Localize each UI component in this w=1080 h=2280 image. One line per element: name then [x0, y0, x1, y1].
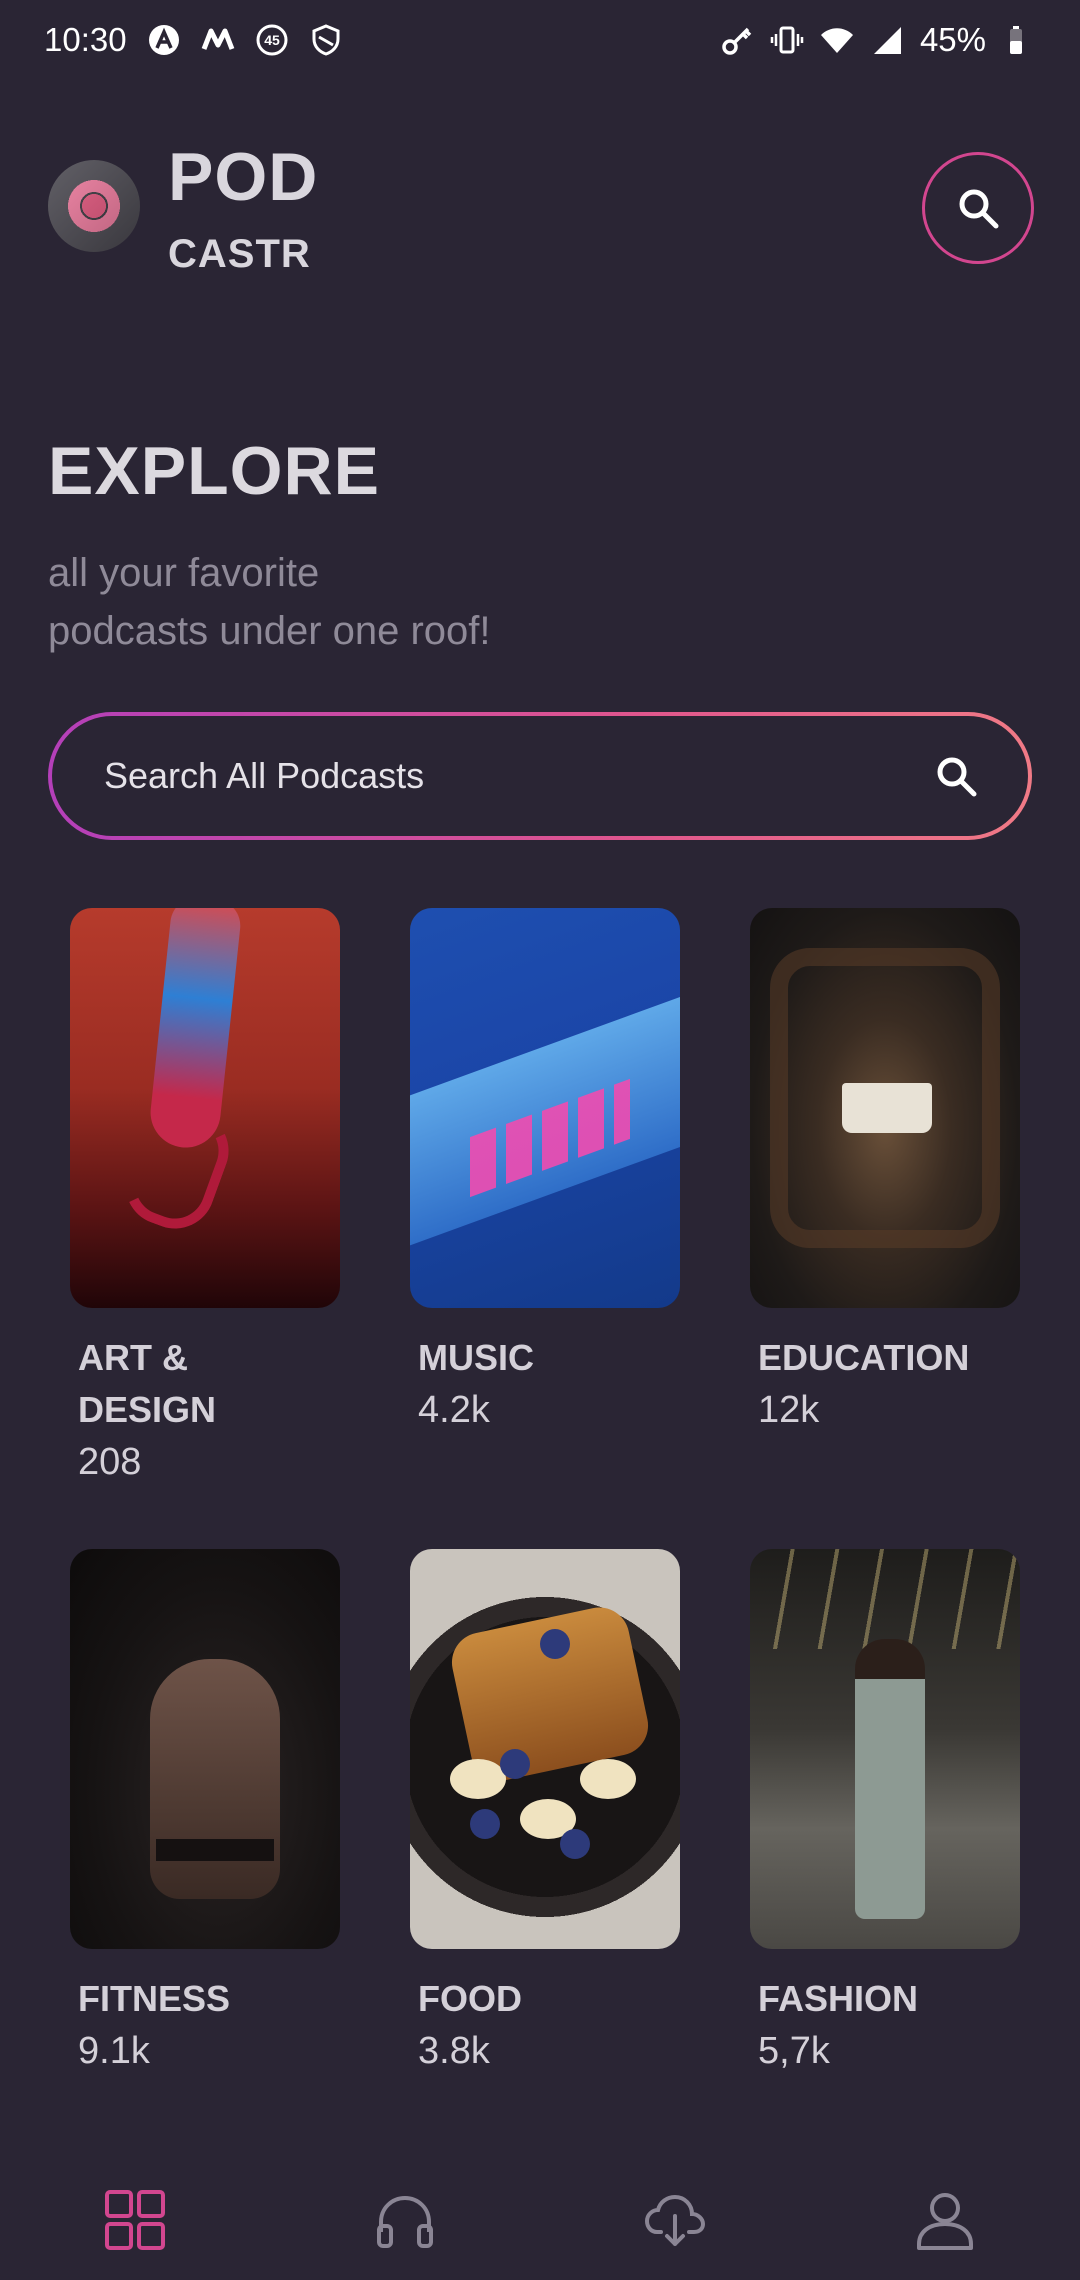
nav-profile[interactable] [810, 2160, 1080, 2280]
category-title-line: ART & [78, 1337, 188, 1378]
category-title: EDUCATION [758, 1337, 970, 1378]
category-title: FOOD [418, 1978, 522, 2019]
subtitle-line-2: podcasts under one roof! [48, 609, 491, 653]
category-count: 12k [758, 1389, 820, 1431]
brand-title: POD [168, 139, 319, 215]
category-image[interactable] [410, 1549, 680, 1949]
signal-icon [870, 23, 904, 57]
category-image[interactable] [750, 1549, 1020, 1949]
profile-icon [917, 2193, 973, 2250]
category-card-fitness[interactable]: FITNESS 9.1k [70, 1549, 340, 2077]
search-icon [959, 189, 999, 229]
category-count: 9.1k [78, 2030, 150, 2072]
cloud-download-icon [644, 2194, 706, 2246]
badge-number: 45 [264, 32, 280, 48]
category-title: ART & DESIGN [78, 1332, 340, 1436]
shield-icon [309, 23, 343, 57]
explore-grid-icon [105, 2190, 165, 2250]
nav-explore[interactable] [0, 2160, 270, 2280]
search-input[interactable]: Search All Podcasts [48, 712, 1032, 840]
subtitle-line-1: all your favorite [48, 551, 320, 595]
page-subtitle: all your favorite podcasts under one roo… [48, 544, 748, 660]
wifi-icon [820, 23, 854, 57]
headphones-icon [377, 2195, 433, 2248]
category-title-line: DESIGN [78, 1389, 217, 1430]
category-card-education[interactable]: EDUCATION 12k [750, 908, 1020, 1436]
search-placeholder: Search All Podcasts [104, 755, 425, 796]
category-count: 208 [78, 1441, 142, 1483]
key-icon [720, 23, 754, 57]
page-title: EXPLORE [48, 433, 380, 509]
brand-subtitle: CASTR [168, 232, 311, 276]
search-icon[interactable] [934, 754, 978, 798]
header-search-button[interactable] [922, 152, 1034, 264]
category-count: 4.2k [418, 1389, 490, 1431]
category-image[interactable] [750, 908, 1020, 1308]
app-screen: 10:30 45 45% POD CASTR EXPLORE all your … [0, 0, 1080, 2280]
category-title: FITNESS [78, 1978, 231, 2019]
bottom-nav [0, 2160, 1080, 2280]
battery-icon [1002, 23, 1036, 57]
a-icon [147, 23, 181, 57]
vibrate-icon [770, 23, 804, 57]
category-title: MUSIC [418, 1337, 534, 1378]
category-card-food[interactable]: FOOD 3.8k [410, 1549, 680, 2077]
45-badge-icon: 45 [255, 23, 289, 57]
status-time: 10:30 [44, 21, 127, 58]
logo-vinyl-icon [48, 160, 140, 252]
nav-listen[interactable] [270, 2160, 540, 2280]
m-icon [201, 23, 235, 57]
category-count: 3.8k [418, 2030, 490, 2072]
category-image[interactable] [70, 1549, 340, 1949]
battery-percent: 45% [919, 21, 986, 58]
nav-downloads[interactable] [540, 2160, 810, 2280]
category-card-fashion[interactable]: FASHION 5,7k [750, 1549, 1020, 2077]
category-image[interactable] [70, 908, 340, 1308]
category-image[interactable] [410, 908, 680, 1308]
status-bar: 10:30 45 45% [0, 0, 1080, 80]
category-card-music[interactable]: MUSIC 4.2k [410, 908, 680, 1436]
category-card-art-design[interactable]: ART & DESIGN 208 [70, 908, 340, 1488]
category-title: FASHION [758, 1978, 919, 2019]
category-count: 5,7k [758, 2030, 830, 2072]
